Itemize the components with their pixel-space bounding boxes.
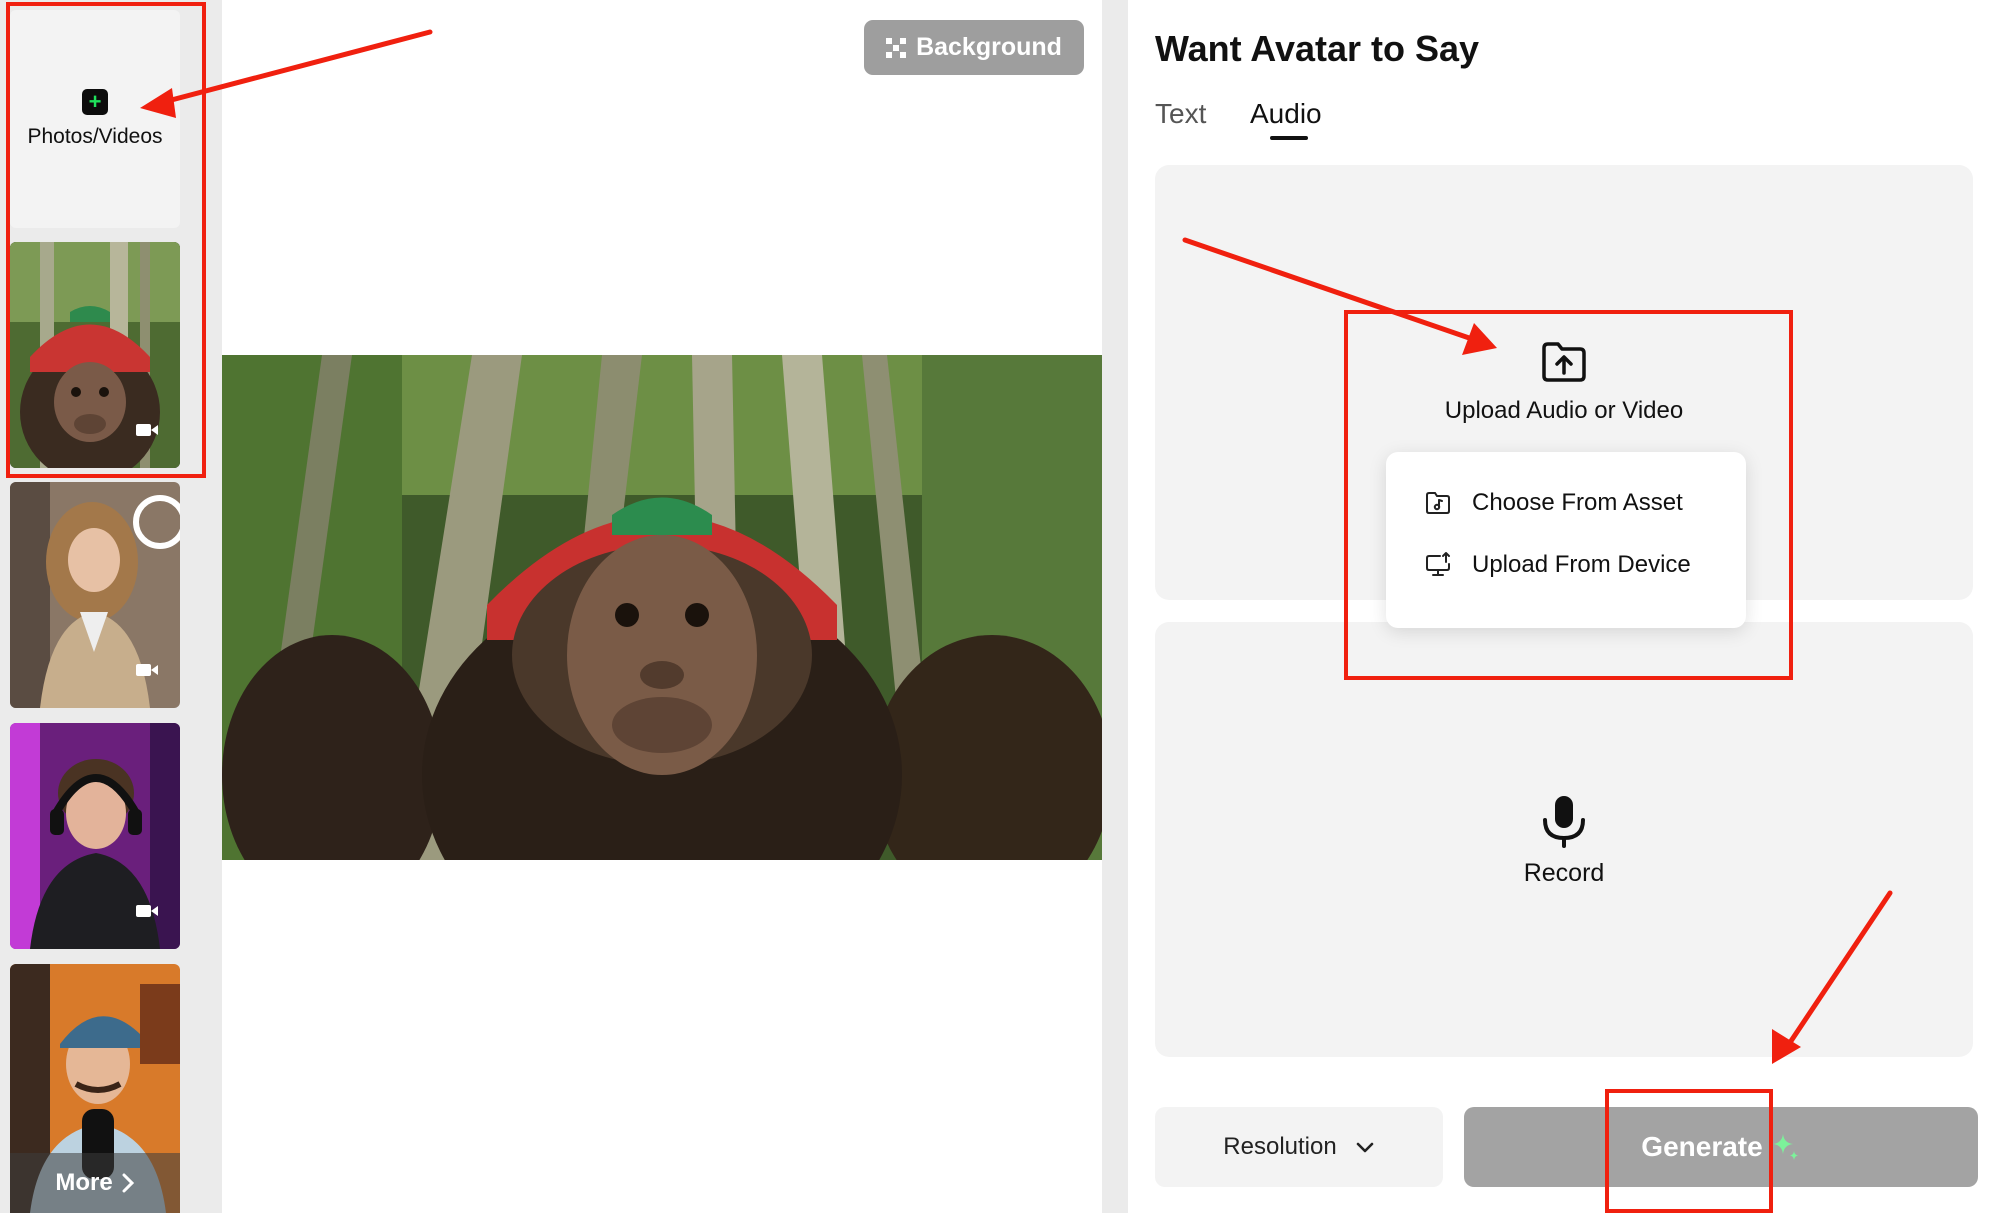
menu-item-choose-from-asset[interactable]: Choose From Asset bbox=[1424, 489, 1683, 517]
media-sidebar: + Photos/Videos More bbox=[0, 0, 195, 1213]
monitor-upload-icon bbox=[1426, 552, 1450, 576]
choose-from-asset-label: Choose From Asset bbox=[1472, 489, 1683, 516]
preview-panel: Background bbox=[222, 0, 1102, 1213]
video-badge-icon bbox=[136, 424, 158, 436]
generate-label: Generate bbox=[1641, 1131, 1763, 1162]
upload-source-menu: Choose From Asset Upload From Device bbox=[1386, 452, 1746, 628]
resolution-dropdown[interactable]: Resolution bbox=[1155, 1107, 1443, 1187]
monkey-preview-image bbox=[222, 355, 1102, 860]
plus-icon: + bbox=[82, 89, 108, 115]
add-photos-videos-button[interactable]: + Photos/Videos bbox=[10, 10, 180, 228]
avatar-thumbnail-monkey[interactable] bbox=[10, 242, 180, 468]
chevron-right-icon bbox=[122, 1173, 134, 1193]
avatar-thumbnail-podcaster[interactable]: More bbox=[10, 964, 180, 1213]
background-button[interactable]: Background bbox=[864, 20, 1084, 75]
menu-item-upload-from-device[interactable]: Upload From Device bbox=[1424, 551, 1691, 579]
record-label: Record bbox=[1523, 859, 1605, 887]
more-label: More bbox=[55, 1169, 113, 1196]
video-badge-icon bbox=[136, 905, 158, 917]
tab-text[interactable]: Text bbox=[1155, 98, 1206, 130]
upload-audio-area[interactable]: Upload Audio or Video bbox=[1155, 340, 1973, 425]
generate-button[interactable]: Generate bbox=[1464, 1107, 1978, 1187]
more-avatars-button[interactable]: More bbox=[10, 1153, 180, 1213]
add-photos-videos-label: Photos/Videos bbox=[27, 125, 163, 148]
avatar-thumbnail-gamer[interactable] bbox=[10, 723, 180, 949]
upload-audio-label: Upload Audio or Video bbox=[1444, 397, 1684, 424]
checker-pattern-icon bbox=[886, 37, 907, 58]
avatar-thumbnail-woman[interactable] bbox=[10, 482, 180, 708]
folder-music-icon bbox=[1426, 492, 1450, 514]
resolution-label: Resolution bbox=[1223, 1133, 1337, 1160]
chevron-down-icon bbox=[1356, 1142, 1374, 1153]
background-button-label: Background bbox=[916, 33, 1062, 61]
avatar-preview-image bbox=[222, 355, 1102, 860]
video-badge-icon bbox=[136, 664, 158, 676]
tab-audio[interactable]: Audio bbox=[1250, 98, 1322, 130]
panel-title: Want Avatar to Say bbox=[1155, 28, 1480, 69]
folder-upload-icon bbox=[1542, 342, 1586, 382]
active-tab-indicator bbox=[1270, 136, 1308, 140]
upload-from-device-label: Upload From Device bbox=[1472, 551, 1691, 578]
sparkle-icon bbox=[1772, 1134, 1798, 1160]
microphone-icon bbox=[1543, 796, 1585, 848]
record-area[interactable]: Record bbox=[1155, 794, 1973, 888]
record-card[interactable]: Record bbox=[1155, 622, 1973, 1057]
